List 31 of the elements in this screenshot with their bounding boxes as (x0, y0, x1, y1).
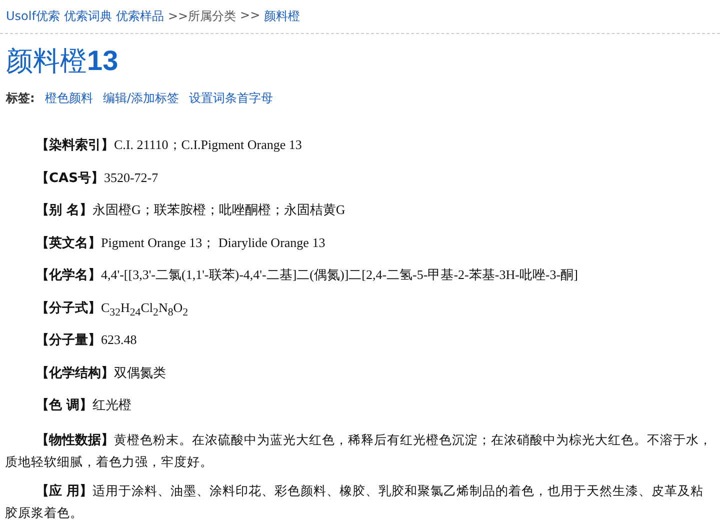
field-value: 永固橙G；联苯胺橙；吡唑酮橙；永固桔黄G (92, 201, 346, 219)
breadcrumb-link[interactable]: 优索样品 (116, 8, 164, 25)
field-paragraph: 【物性数据】黄橙色粉末。在浓硫酸中为蓝光大红色，稀释后有红光橙色沉淀；在浓硝酸中为棕光大红色。不溶于水，质地轻软细腻，着色力强，牢度好。 (5, 430, 713, 470)
breadcrumb-link[interactable]: Usolf优索 (6, 8, 60, 25)
field-value: 4,4'-[[3,3'-二氯(1,1'-联苯)-4,4'-二基]二(偶氮)]二[2,4-二氢-5-甲基-2-苯基-3H-吡唑-3-酮] (101, 266, 578, 284)
breadcrumb-text: >> (240, 8, 260, 24)
field-label: 【化学名】 (36, 267, 101, 284)
field-paragraph: 【应 用】适用于涂料、油墨、涂料印花、彩色颜料、橡胶、乳胶和聚氯乙烯制品的着色，也用于天然生漆、皮革及粘胶原浆着色。 (5, 482, 705, 522)
field-label: 【染料索引】 (36, 136, 114, 154)
tag-link[interactable]: 橙色颜料 (44, 90, 93, 107)
field-label: 【CAS号】 (36, 170, 104, 186)
breadcrumb-text: >>所属分类 (168, 8, 236, 25)
tag-link[interactable]: 设置词条首字母 (188, 90, 273, 107)
field-value: 623.48 (101, 332, 137, 348)
field-label: 【英文名】 (36, 234, 101, 252)
page-title: 颜料橙13 (6, 44, 120, 79)
field-value: 3520-72-7 (104, 170, 158, 186)
field-value: Pigment Orange 13； Diarylide Orange 13 (101, 234, 326, 252)
breadcrumb-link[interactable]: 颜料橙 (264, 8, 300, 25)
field-value: 红光橙 (92, 396, 132, 414)
field-label: 【分子量】 (36, 332, 101, 349)
field-value: C.I. 21110；C.I.Pigment Orange 13 (114, 136, 302, 154)
field-label: 【化学结构】 (36, 364, 114, 382)
tag-link[interactable]: 编辑/添加标签 (102, 90, 179, 107)
breadcrumb-link[interactable]: 优索词典 (64, 8, 112, 25)
field-label: 【分子式】 (36, 300, 101, 316)
field-value: 双偶氮类 (114, 364, 166, 382)
field-label: 【色 调】 (36, 397, 93, 414)
tags-label: 标签: (6, 90, 35, 107)
field-value: C$_{32}$H$_{24}$Cl$_{2}$N$_{8}$O$_{2}$ (101, 300, 188, 318)
field-label: 【别 名】 (36, 202, 93, 219)
